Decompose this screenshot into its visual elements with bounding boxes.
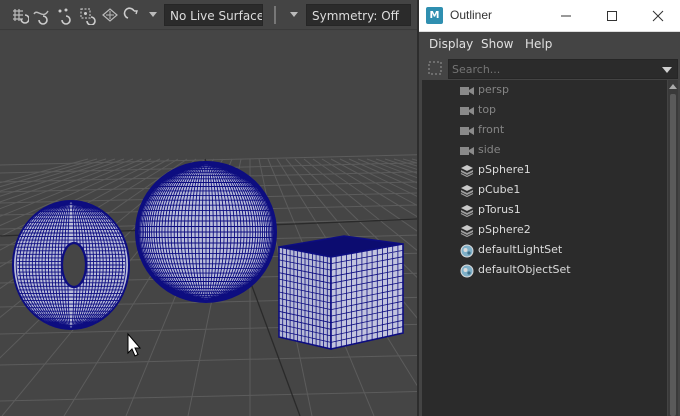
snap-to-projected-center-icon[interactable] [77,5,97,25]
outliner-item-label: defaultLightSet [478,243,563,256]
maya-window: No Live Surface Symmetry: Off M Outliner [0,0,680,416]
filter-select-icon[interactable] [427,60,443,76]
snap-options-dropdown-icon[interactable] [149,12,157,17]
close-icon [652,10,664,22]
outliner-panel: M Outliner Display Show Help persptopf [417,0,680,416]
outliner-menubar: Display Show Help [419,33,680,56]
status-toolbar: No Live Surface Symmetry: Off [0,0,417,30]
outliner-item-persp[interactable]: persp [422,80,667,100]
camera-icon [459,143,475,157]
outliner-item-side[interactable]: side [422,140,667,160]
menu-show[interactable]: Show [481,37,513,51]
snap-to-view-plane-icon[interactable] [100,5,120,25]
outliner-scrollbar[interactable] [668,80,678,416]
outliner-item-pTorus1[interactable]: pTorus1 [422,200,667,220]
scroll-thumb[interactable] [670,94,676,416]
mesh-transform-icon [459,203,475,218]
object-set-icon [459,243,475,258]
viewport-scene[interactable] [0,31,417,416]
outliner-item-pSphere1[interactable]: pSphere1 [422,160,667,180]
close-button[interactable] [635,0,680,32]
search-row [419,57,680,81]
perspective-viewport[interactable] [0,31,417,416]
symmetry-dropdown-icon[interactable] [290,12,298,17]
outliner-titlebar[interactable]: M Outliner [419,0,680,32]
maya-app-icon: M [426,7,443,24]
mouse-cursor-icon [127,332,142,357]
cube-wireframe[interactable] [278,235,404,351]
outliner-item-label: pCube1 [478,183,521,196]
maximize-button[interactable] [589,0,635,32]
outliner-item-pCube1[interactable]: pCube1 [422,180,667,200]
live-surface-field[interactable]: No Live Surface [164,4,263,26]
symmetry-field[interactable]: Symmetry: Off [306,4,411,26]
mesh-transform-icon [459,223,475,238]
outliner-item-label: front [478,123,505,136]
torus-wireframe[interactable] [12,200,130,330]
outliner-item-defaultObjectSet[interactable]: defaultObjectSet [422,260,667,280]
snap-to-curve-icon[interactable] [31,5,51,25]
menu-display[interactable]: Display [429,37,473,51]
camera-icon [459,83,475,97]
maximize-icon [607,11,617,21]
scroll-up-icon[interactable] [669,84,677,89]
search-dropdown-icon[interactable] [662,67,672,73]
snap-to-point-icon[interactable] [54,5,74,25]
menu-help[interactable]: Help [525,37,552,51]
outliner-item-label: persp [478,83,509,96]
outliner-item-pSphere2[interactable]: pSphere2 [422,220,667,240]
window-title: Outliner [450,8,493,22]
camera-icon [459,123,475,137]
outliner-item-defaultLightSet[interactable]: defaultLightSet [422,240,667,260]
outliner-item-front[interactable]: front [422,120,667,140]
outliner-item-label: pSphere1 [478,163,531,176]
search-input[interactable] [448,59,678,79]
snap-to-grid-icon[interactable] [9,5,29,25]
minimize-icon [561,15,571,17]
outliner-item-label: defaultObjectSet [478,263,571,276]
outliner-item-label: pSphere2 [478,223,531,236]
toolbar-separator [274,6,276,24]
outliner-item-label: pTorus1 [478,203,521,216]
outliner-item-top[interactable]: top [422,100,667,120]
snap-to-live-surface-icon[interactable] [123,5,143,25]
outliner-item-label: side [478,143,501,156]
object-set-icon [459,263,475,278]
sphere-wireframe[interactable] [135,161,277,303]
minimize-button[interactable] [543,0,589,32]
mesh-transform-icon [459,183,475,198]
mesh-transform-icon [459,163,475,178]
camera-icon [459,103,475,117]
outliner-list: persp top front side pSphere1 pCube1 pTorus1 pS… [422,80,667,416]
outliner-item-label: top [478,103,497,116]
